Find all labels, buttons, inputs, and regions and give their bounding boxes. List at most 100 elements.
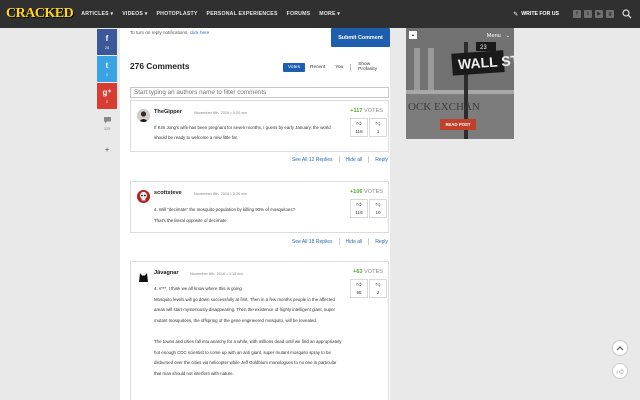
downvote-button[interactable]: 👎︎ 1 [369, 118, 387, 137]
tab-divider [350, 63, 352, 71]
stock-exchange-building-text: OCK EXCHAN [408, 101, 480, 113]
tab-votes[interactable]: Votes [283, 62, 306, 72]
skull-avatar-icon [137, 190, 150, 203]
hide-all-link[interactable]: Hide all [346, 157, 363, 163]
comment-body: 4. s***, I think we all know where this … [154, 284, 344, 389]
downvote-button[interactable]: 👎︎ 10 [369, 199, 387, 218]
author-filter-input[interactable] [130, 87, 389, 98]
twitter-share-count: 0 [105, 72, 109, 77]
avatar[interactable] [137, 190, 150, 203]
see-all-replies-link[interactable]: See All 18 Replies [292, 239, 333, 245]
vote-score: +106 VOTES [350, 189, 383, 195]
upvote-count: 116 [355, 210, 363, 215]
facebook-icon[interactable]: f [573, 10, 581, 18]
comment-author[interactable]: Jāvagnar [154, 270, 179, 276]
upvote-button[interactable]: 👍︎ 116 [350, 199, 368, 218]
comments-share-count: 325 [103, 125, 111, 131]
write-for-us-link[interactable]: WRITE FOR US [521, 11, 559, 17]
comment-body: If Kim Jong's wife has been pregnant for… [154, 123, 339, 153]
comment-paragraph: Mosquito levels will go down successfull… [154, 296, 336, 323]
thumbs-up-float-button[interactable]: 👍︎ [612, 363, 628, 379]
vote-number: +106 [349, 189, 363, 195]
action-divider [338, 238, 340, 245]
youtube-icon[interactable]: ▶ [595, 10, 603, 18]
tab-show-profanity[interactable]: Show Profanity [353, 60, 390, 74]
comments-column: To turn on reply notifications, click he… [120, 28, 390, 400]
nav-item-more[interactable]: MORE ▾ [319, 11, 340, 17]
hide-all-link[interactable]: Hide all [346, 239, 363, 245]
top-nav: CRACKED ARTICLES ▾ VIDEOS ▾ PHOTOPLASTY … [0, 0, 640, 28]
black-cat-avatar-icon [137, 270, 150, 283]
comment-card: scottsteve November 8th, 2016 • 5:26 am … [130, 181, 389, 233]
comment-card: TheGipper November 8th, 2016 • 3:20 am +… [130, 100, 389, 152]
chevron-up-icon [616, 346, 624, 351]
action-divider [368, 156, 370, 163]
twitter-share-button[interactable]: t 0 [97, 56, 117, 82]
vote-score: +117 VOTES [350, 108, 383, 114]
comment-paragraph: 4. Will "decimate" the mosquito populati… [154, 207, 296, 212]
action-divider [368, 238, 370, 245]
facebook-share-button[interactable]: f 28 [97, 29, 117, 55]
nav-item-forums[interactable]: FORUMS [287, 11, 311, 17]
thumbs-up-icon: 👍︎ [356, 121, 362, 127]
comments-jump-button[interactable]: 325 [97, 110, 117, 136]
ad-logo-icon: ▲ [409, 31, 417, 39]
thumbs-down-icon: 👎︎ [375, 121, 381, 127]
nav-item-videos[interactable]: VIDEOS ▾ [122, 11, 147, 17]
comment-body: 4. Will "decimate" the mosquito populati… [154, 204, 339, 236]
upvote-button[interactable]: 👍︎ 65 [350, 279, 368, 298]
ad-menu-label: Menu [486, 33, 501, 39]
comment-date: November 8th, 2016 • 3:20 am [194, 110, 247, 115]
google-plus-share-button[interactable]: g⁺ 0 [97, 83, 117, 109]
notification-click-here-link[interactable]: click here [190, 30, 209, 35]
reply-link[interactable]: Reply [375, 239, 388, 245]
comment-paragraph: The towns and cities fall into anarchy f… [154, 339, 342, 376]
comment-paragraph: If Kim Jong's wife has been pregnant for… [154, 125, 331, 140]
downvote-button[interactable]: 👎︎ 2 [369, 279, 387, 298]
comment-card: Jāvagnar November 8th, 2016 • 4:15 am +6… [130, 261, 389, 400]
search-icon[interactable] [622, 9, 632, 19]
google-share-count: 0 [105, 99, 109, 104]
comment-author[interactable]: TheGipper [154, 109, 182, 115]
wall-street-ad[interactable]: WALL ST 23 OCK EXCHAN ▲ Menu ⌄ READ POST [406, 28, 514, 139]
wall-st-sign-number: 23 [480, 45, 487, 51]
vote-suffix: VOTES [362, 108, 383, 114]
comment-date: November 8th, 2016 • 5:26 am [194, 191, 247, 196]
nav-item-personal-experiences[interactable]: PERSONAL EXPERIENCES [207, 11, 278, 17]
comment-author[interactable]: scottsteve [154, 190, 182, 196]
plus-icon: + [104, 146, 110, 154]
upvote-count: 116 [355, 129, 363, 134]
thumbs-up-icon: 👍︎ [356, 282, 362, 288]
chevron-down-icon: ⌄ [505, 33, 510, 39]
submit-comment-button[interactable]: Submit Comment [331, 28, 390, 47]
nav-item-articles[interactable]: ARTICLES ▾ [81, 11, 113, 17]
twitter-icon[interactable]: t [584, 10, 592, 18]
nav-item-photoplasty[interactable]: PHOTOPLASTY [157, 11, 198, 17]
vote-suffix: VOTES [362, 189, 383, 195]
see-all-replies-link[interactable]: See All 12 Replies [292, 157, 333, 163]
avatar[interactable] [137, 270, 150, 283]
pencil-icon: ✎ [513, 11, 519, 18]
facebook-icon: f [105, 34, 109, 43]
upvote-button[interactable]: 👍︎ 116 [350, 118, 368, 137]
reply-link[interactable]: Reply [375, 157, 388, 163]
thumbs-down-icon: 👎︎ [375, 282, 381, 288]
cracked-logo[interactable]: CRACKED [6, 6, 74, 22]
thumbs-up-icon: 👍︎ [356, 202, 362, 208]
downvote-count: 2 [376, 290, 380, 295]
facebook-share-count: 28 [104, 45, 110, 50]
google-plus-icon[interactable]: g [606, 10, 614, 18]
more-share-button[interactable]: + [97, 137, 117, 163]
action-divider [338, 156, 340, 163]
tab-you[interactable]: You [330, 63, 348, 72]
ad-menu-button[interactable]: Menu ⌄ [487, 33, 510, 39]
nav-right: ✎ WRITE FOR US f t ▶ g [513, 0, 640, 28]
avatar[interactable] [137, 109, 150, 122]
comment-paragraph: 4. s***, I think we all know where this … [154, 286, 244, 291]
upvote-count: 65 [356, 290, 362, 295]
read-post-button[interactable]: READ POST [440, 119, 476, 130]
twitter-icon: t [105, 61, 109, 70]
scroll-up-button[interactable] [612, 340, 628, 356]
tab-recent[interactable]: Recent [305, 63, 330, 72]
reply-notification-text: To turn on reply notifications, click he… [130, 30, 209, 35]
